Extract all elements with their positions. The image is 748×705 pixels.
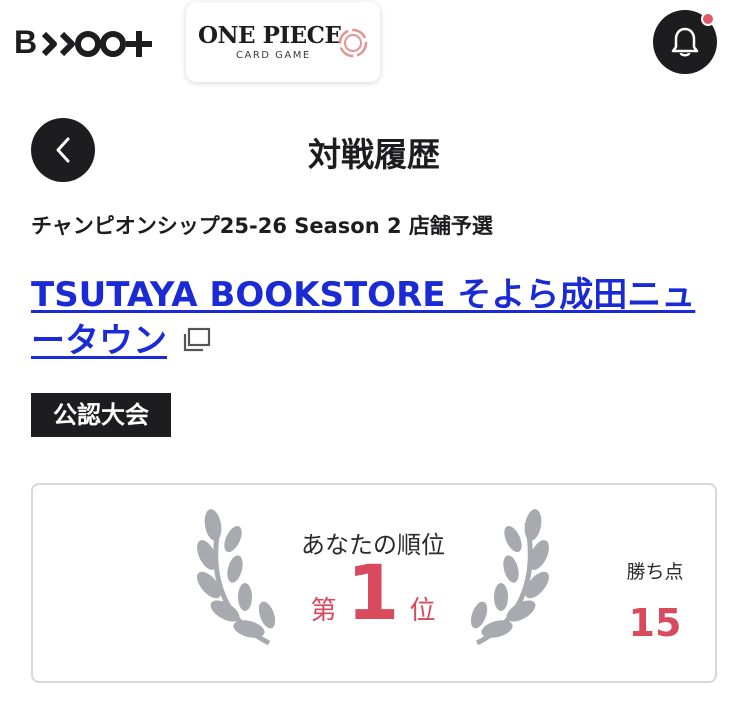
bandai-tcg-plus-logo[interactable]: B [14, 22, 156, 62]
official-tournament-tag: 公認大会 [31, 393, 171, 437]
one-piece-card-game-logo[interactable]: ONE PIECE CARD GAME [186, 2, 380, 82]
event-name: チャンピオンシップ25-26 Season 2 店舗予選 [31, 214, 493, 238]
external-link-icon[interactable] [181, 327, 211, 353]
notifications-button[interactable] [653, 10, 717, 74]
bell-icon [671, 27, 699, 57]
store-name[interactable]: TSUTAYA BOOKSTORE そよら成田ニュータウン [31, 275, 695, 361]
game-logo-subtitle: CARD GAME [236, 50, 311, 61]
sync-ring-icon [338, 28, 368, 58]
store-link[interactable]: TSUTAYA BOOKSTORE そよら成田ニュータウン [31, 272, 721, 364]
result-card: あなたの順位 第1位 勝ち点 15 [31, 483, 717, 683]
svg-text:B: B [14, 24, 37, 60]
rank-suffix: 位 [409, 596, 436, 626]
points-value: 15 [628, 601, 682, 645]
header: B ONE PIECE CARD GAME [0, 0, 748, 90]
rank-display: 第1位 [223, 555, 523, 631]
page-title: 対戦履歴 [308, 135, 440, 174]
points-label: 勝ち点 [626, 561, 684, 583]
game-logo-title: ONE PIECE [198, 22, 342, 49]
notification-badge [701, 12, 715, 26]
rank-prefix: 第 [310, 596, 337, 626]
rank-value: 1 [346, 548, 400, 637]
